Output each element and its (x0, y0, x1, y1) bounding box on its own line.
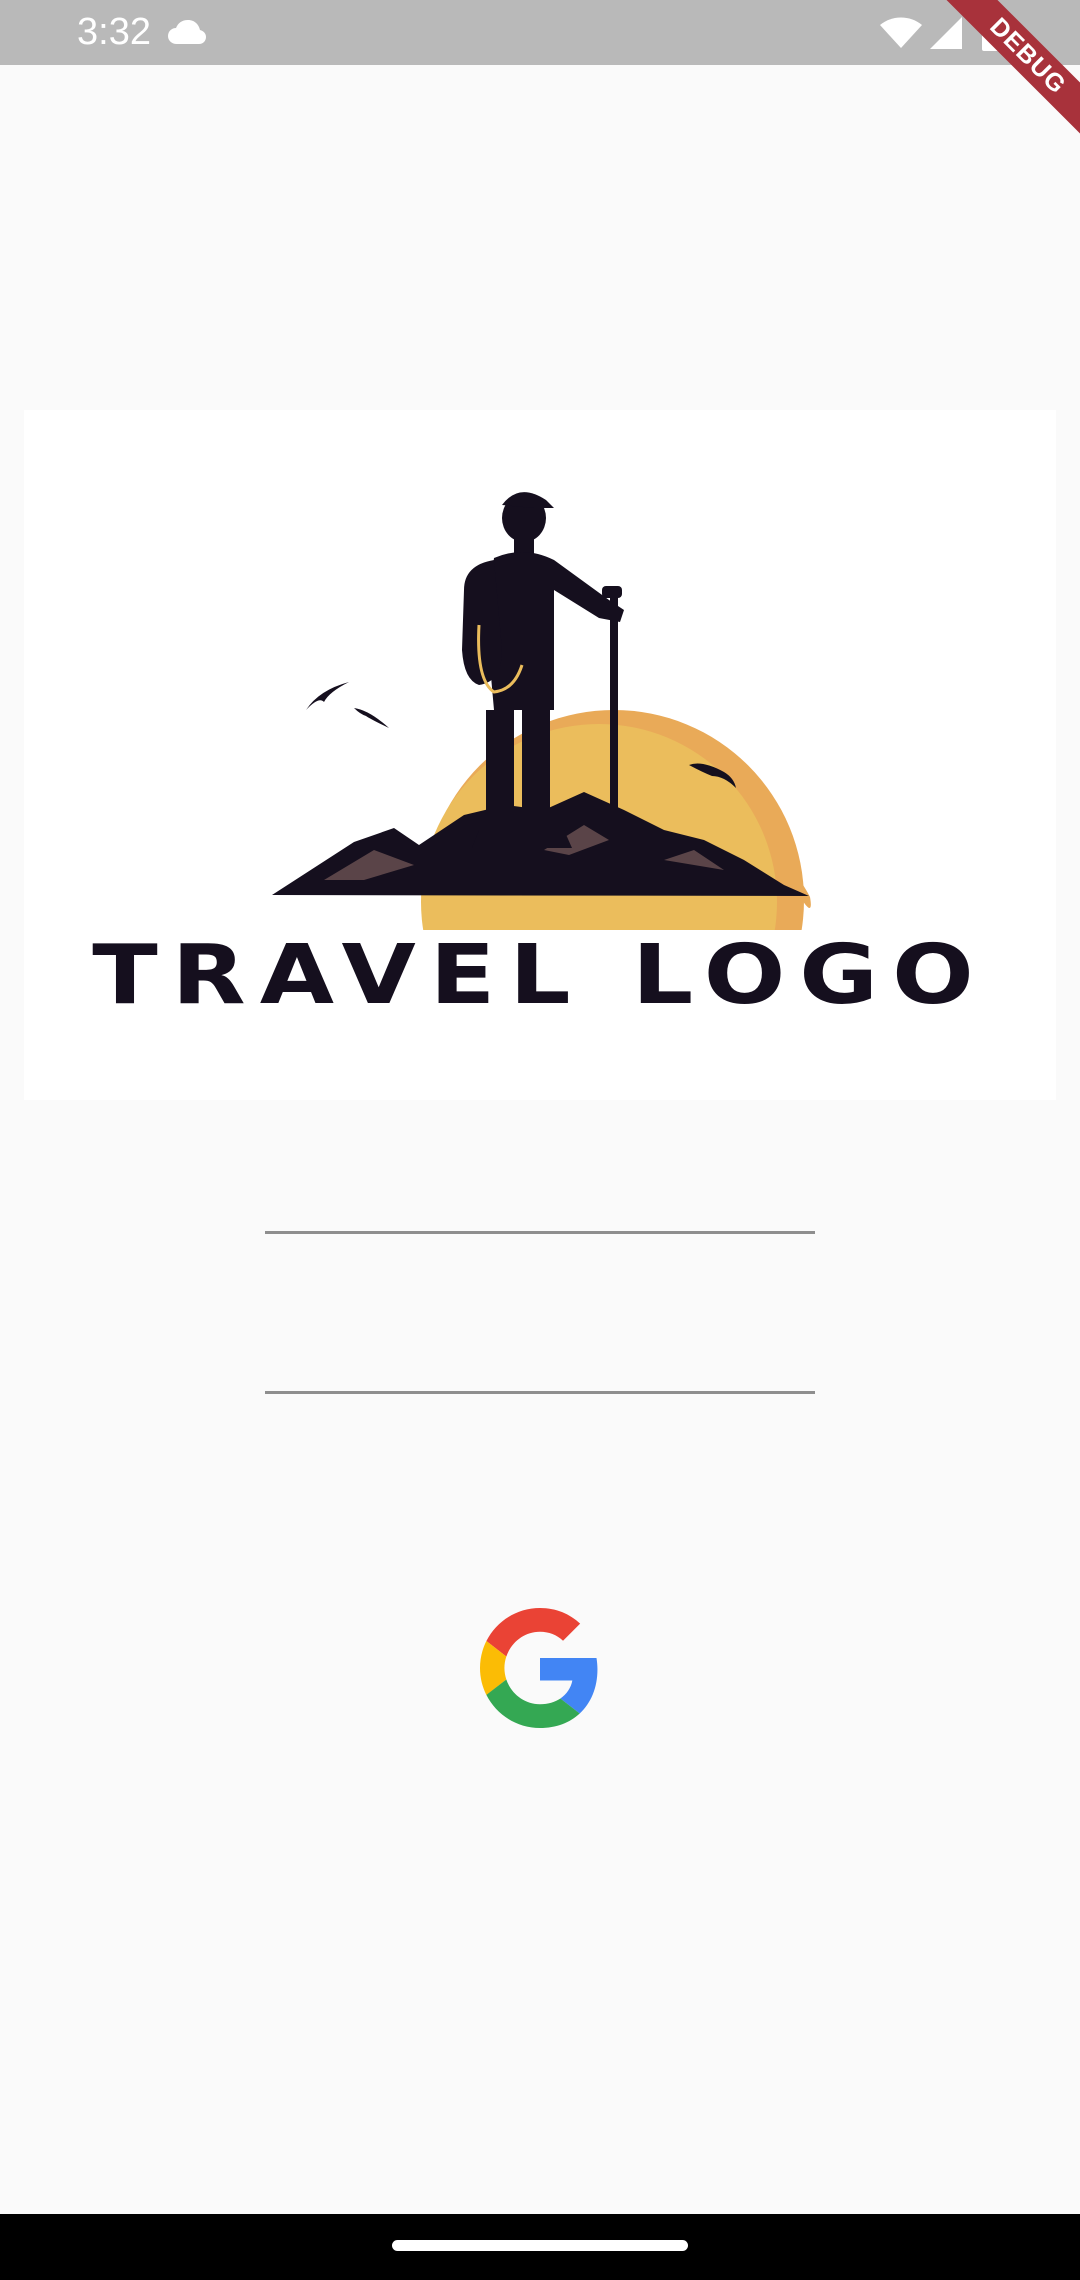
status-time: 3:32 (77, 11, 151, 53)
logo-card: TRAVEL LOGO (24, 410, 1056, 1100)
cloud-icon (168, 20, 206, 44)
status-bar: 3:32 (0, 0, 1080, 65)
battery-icon (982, 14, 1004, 51)
google-sign-in-button[interactable] (480, 1608, 600, 1728)
navigation-bar (0, 2214, 1080, 2280)
google-icon (480, 1608, 598, 1728)
home-indicator[interactable] (392, 2240, 688, 2251)
logo-text: TRAVEL LOGO (92, 927, 988, 1023)
text-field-2[interactable] (265, 1324, 815, 1394)
signal-icon (930, 17, 962, 49)
text-field-1[interactable] (265, 1164, 815, 1234)
wifi-icon (880, 17, 922, 48)
